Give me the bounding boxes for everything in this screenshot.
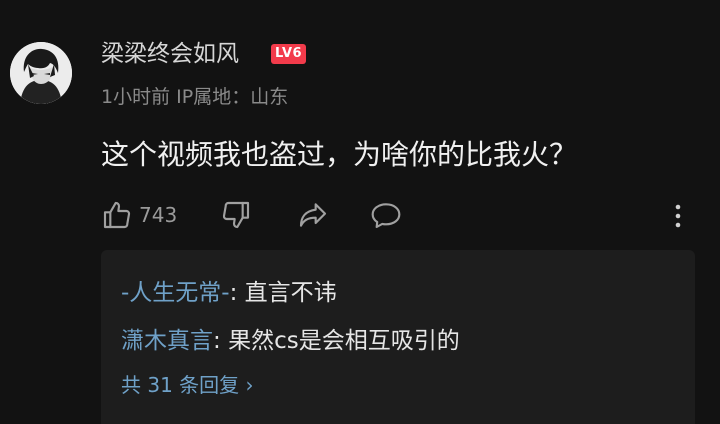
comment-bubble-icon [371,203,401,229]
more-vertical-icon [675,204,681,228]
reply-item[interactable]: 潇木真言: 果然cs是会相互吸引的 [121,326,460,356]
reply-text: 直言不讳 [244,280,337,306]
like-count: 743 [139,203,178,227]
share-icon [299,203,327,227]
anime-character-avatar-icon [10,42,72,104]
view-all-replies-link[interactable]: 共 31 条回复 › [121,371,254,399]
reply-separator: : [229,280,245,306]
comment-text: 这个视频我也盗过，为啥你的比我火？ [101,138,578,171]
thumbs-down-icon [222,201,250,229]
reply-text: 果然cs是会相互吸引的 [228,328,460,354]
dislike-button[interactable] [220,195,252,235]
like-button[interactable]: 743 [101,195,177,235]
reply-separator: : [213,328,229,354]
reply-author[interactable]: -人生无常- [121,280,230,306]
more-button[interactable] [668,195,688,235]
comment-actions: 743 [0,195,720,235]
avatar[interactable] [10,42,72,104]
share-button[interactable] [296,195,330,235]
username[interactable]: 梁梁终会如风 [101,39,239,69]
comment-meta: 1小时前 IP属地：山东 [101,86,289,108]
reply-button[interactable] [368,195,404,235]
thumbs-up-icon [103,201,131,229]
reply-author[interactable]: 潇木真言 [121,328,213,354]
level-badge: LV6 [271,44,307,64]
comment-item: 梁梁终会如风 LV6 1小时前 IP属地：山东 这个视频我也盗过，为啥你的比我火… [0,0,720,424]
replies-panel: -人生无常-: 直言不讳 潇木真言: 果然cs是会相互吸引的 共 31 条回复 … [101,250,695,424]
reply-item[interactable]: -人生无常-: 直言不讳 [121,278,337,308]
